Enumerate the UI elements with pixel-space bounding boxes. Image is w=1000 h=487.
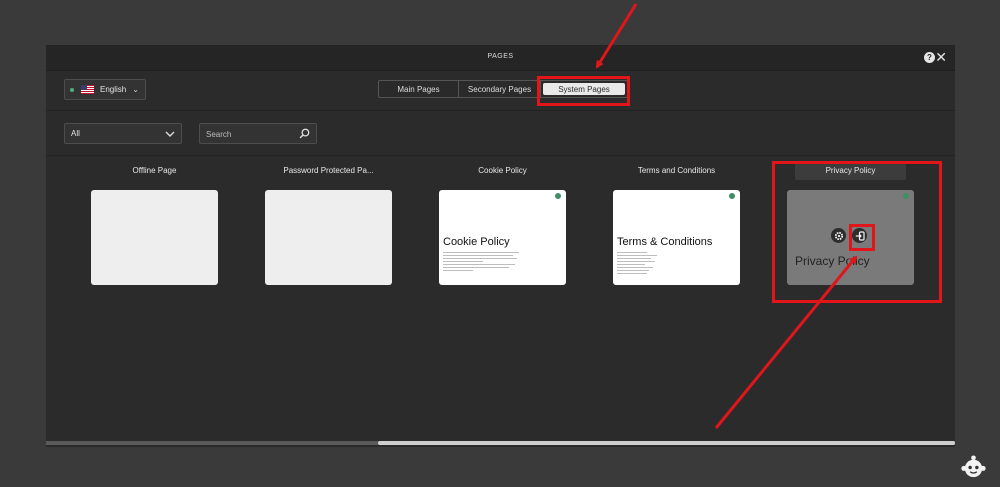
page-thumbnail[interactable]: [91, 190, 218, 285]
preview-heading: Privacy Policy: [795, 254, 870, 268]
filter-selected-value: All: [71, 129, 80, 138]
page-settings-button[interactable]: [831, 228, 846, 243]
page-card-cookie-policy: Cookie Policy Cookie Policy: [439, 165, 566, 285]
search-input[interactable]: [206, 127, 294, 141]
page-card-offline: Offline Page: [91, 165, 218, 285]
pages-dialog: PAGES ? ✕ English ⌄ Main Pages Secondary…: [46, 45, 955, 447]
preview-text-lines: [443, 252, 519, 273]
page-card-password-protected: Password Protected Pa...: [265, 165, 392, 285]
page-thumbnail[interactable]: [265, 190, 392, 285]
page-thumbnail[interactable]: Terms & Conditions: [613, 190, 740, 285]
tab-system-pages[interactable]: System Pages: [543, 83, 625, 95]
page-card-title: Cookie Policy: [478, 166, 527, 175]
filter-toolbar: All: [46, 112, 955, 156]
preview-heading: Cookie Policy: [443, 236, 510, 248]
page-card-title: Offline Page: [132, 166, 177, 175]
page-card-privacy-policy: Privacy Policy Privacy Policy: [787, 162, 914, 285]
page-card-title: Terms and Conditions: [637, 166, 716, 175]
dialog-title: PAGES: [487, 53, 514, 60]
close-icon[interactable]: ✕: [935, 49, 947, 65]
page-card-title: Privacy Policy: [795, 162, 906, 180]
dialog-titlebar: PAGES ? ✕: [46, 45, 955, 71]
assistant-bot-icon[interactable]: [960, 453, 987, 480]
us-flag-icon: [81, 85, 94, 94]
help-icon[interactable]: ?: [924, 52, 935, 63]
preview-heading: Terms & Conditions: [617, 236, 713, 248]
page-thumbnail[interactable]: Cookie Policy: [439, 190, 566, 285]
page-card-title: Password Protected Pa...: [283, 166, 374, 175]
search-box: [199, 123, 317, 144]
language-status-dot: [70, 87, 74, 92]
chevron-down-icon: ⌄: [132, 85, 139, 94]
top-toolbar: English ⌄ Main Pages Secondary Pages Sys…: [46, 71, 955, 111]
enter-page-button[interactable]: [852, 228, 867, 243]
search-icon[interactable]: [299, 128, 310, 139]
published-status-dot: [903, 193, 909, 199]
sign-in-icon: [855, 230, 865, 241]
published-status-dot: [729, 193, 735, 199]
preview-text-lines: [617, 252, 693, 276]
horizontal-scrollbar[interactable]: [46, 441, 955, 445]
language-label: English: [100, 85, 127, 94]
scrollbar-thumb[interactable]: [378, 441, 955, 445]
tab-main-pages[interactable]: Main Pages: [379, 81, 459, 97]
published-status-dot: [555, 193, 561, 199]
gear-icon: [834, 231, 843, 240]
language-selector[interactable]: English ⌄: [64, 79, 146, 100]
page-card-terms-and-conditions: Terms and Conditions Terms & Conditions: [613, 165, 740, 285]
page-type-tabs: Main Pages Secondary Pages System Pages: [378, 80, 628, 98]
page-thumbnail[interactable]: Privacy Policy: [787, 190, 914, 285]
chevron-down-icon: [165, 131, 175, 137]
tab-secondary-pages[interactable]: Secondary Pages: [459, 81, 541, 97]
filter-dropdown[interactable]: All: [64, 123, 182, 144]
